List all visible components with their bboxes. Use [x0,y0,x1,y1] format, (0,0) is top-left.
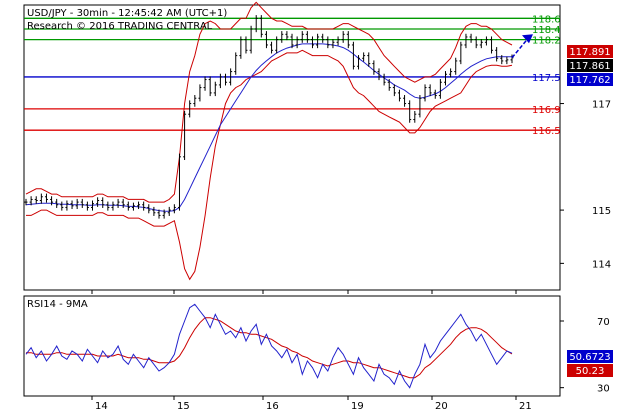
rsi-panel-frame [23,295,561,397]
price-panel: 118.6118.4118.2 117.5 116.9 116.5 114 115 117… [23,1,613,291]
price-badge-label-2: 117.762 [569,75,610,86]
level-label-0: 118.6 [532,14,561,25]
rsi-panel: 30 70 50.6723 50.23 RSI14 - 9MA [23,295,613,397]
rsi-badges: 50.6723 50.23 [567,350,613,377]
rsi-y-tick-label-1: 70 [597,317,610,328]
rsi-y-tick-label-0: 30 [597,384,610,395]
price-badge-label-0: 117.891 [569,47,610,58]
price-y-tick-label-0: 114 [592,259,611,270]
level-label-1: 118.4 [532,25,561,36]
chart-title: USD/JPY - 30min - 12:45:42 AM (UTC+1) [27,8,227,19]
price-y-axis: 114 115 117 [560,100,611,270]
chart-canvas: 118.6118.4118.2 117.5 116.9 116.5 114 115 117… [23,1,613,412]
price-badge-label-1: 117.861 [569,61,610,72]
chart-subtitle: Research © 2016 TRADING CENTRAL [27,21,213,32]
x-tick-label-1: 15 [177,401,190,412]
level-label-5: 116.5 [532,126,561,137]
x-tick-label-3: 19 [351,401,364,412]
rsi-badge-label-1: 50.23 [576,366,605,377]
x-tick-label-2: 16 [266,401,279,412]
price-y-tick-label-1: 115 [592,206,611,217]
level-label-3: 117.5 [532,73,561,84]
x-tick-label-5: 21 [519,401,532,412]
price-badges: 117.891 117.861 117.762 [567,45,613,86]
level-label-4: 116.9 [532,105,561,116]
x-tick-label-0: 14 [95,401,108,412]
price-y-tick-label-2: 117 [592,100,611,111]
rsi-title: RSI14 - 9MA [27,299,88,310]
rsi-badge-label-0: 50.6723 [569,352,610,363]
x-tick-label-4: 20 [435,401,448,412]
level-label-2: 118.2 [532,36,561,47]
